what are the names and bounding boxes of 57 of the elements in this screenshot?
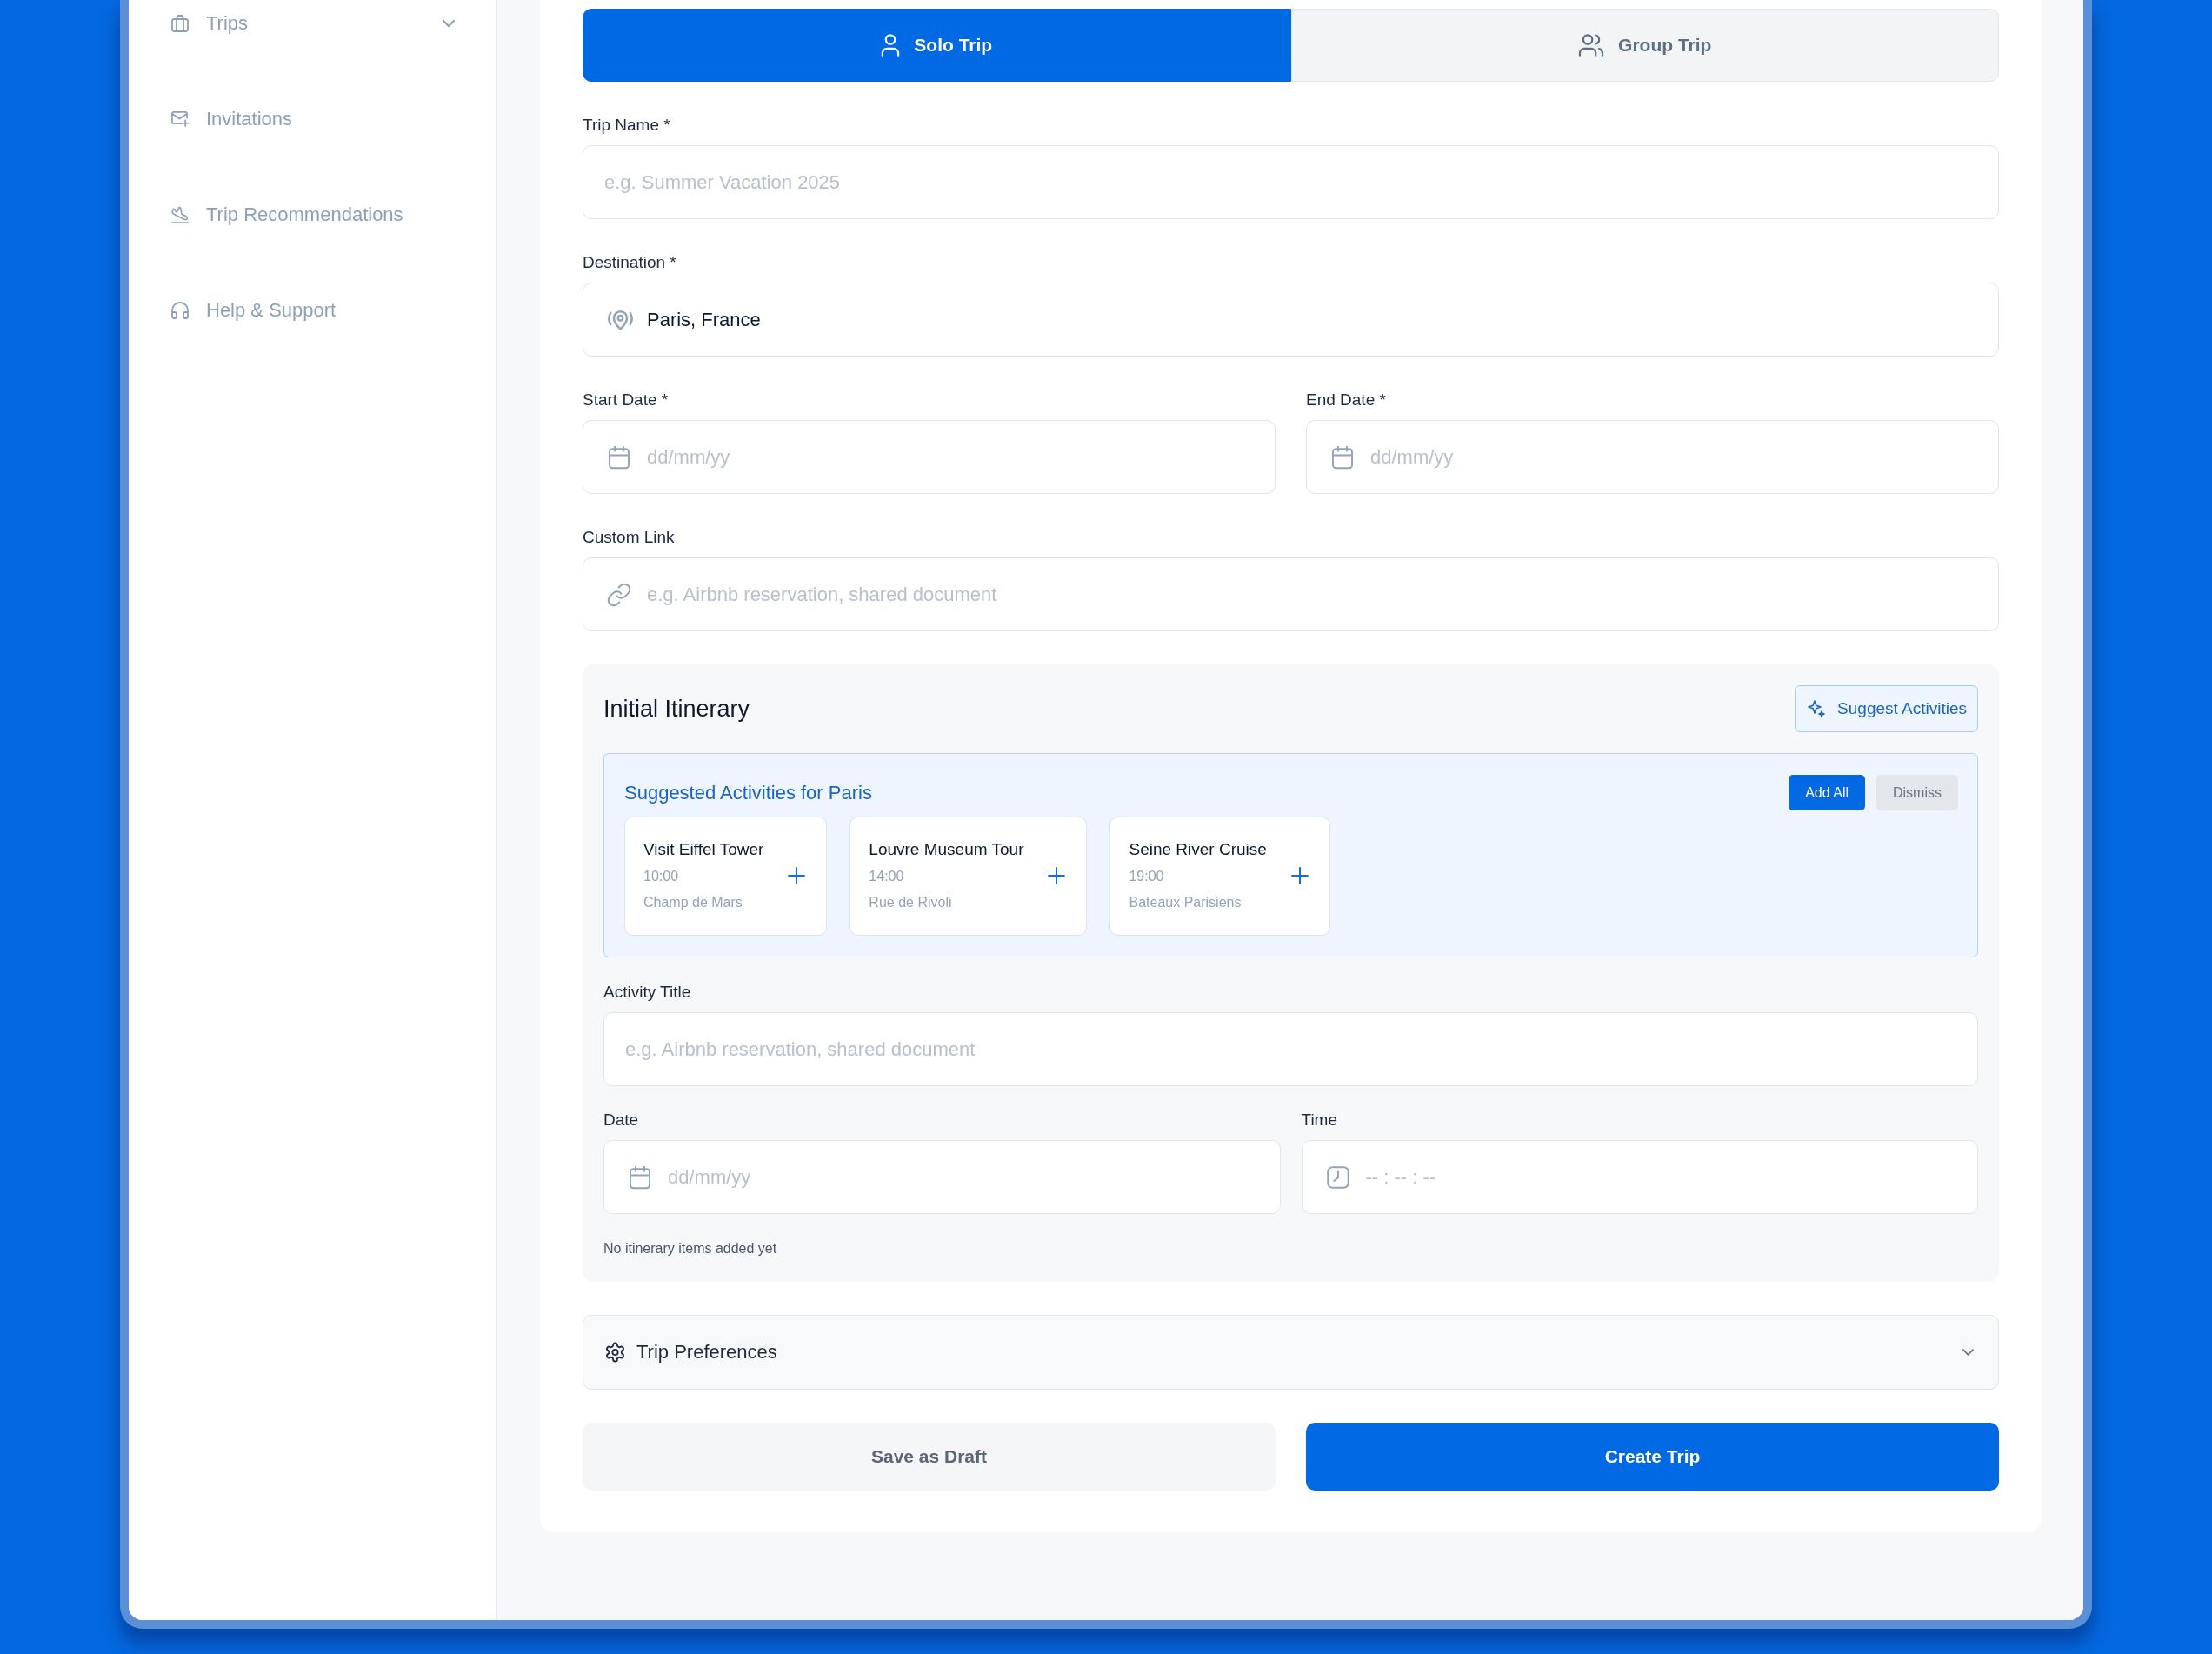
field-label: Custom Link xyxy=(583,527,675,548)
location-field[interactable]: Paris, France xyxy=(583,283,1999,357)
plus-icon[interactable] xyxy=(788,867,806,884)
field-label: End Date * xyxy=(1306,390,1386,410)
secondary-button[interactable]: Dismiss xyxy=(1876,775,1958,810)
primary-button[interactable]: Create Trip xyxy=(1306,1423,1999,1491)
field-label: Date xyxy=(603,1110,639,1130)
activity-time: 19:00 xyxy=(1129,868,1164,885)
link-icon xyxy=(608,583,630,606)
preferences-toggle[interactable]: Trip Preferences xyxy=(583,1315,1999,1390)
plus-icon[interactable] xyxy=(1290,867,1309,884)
activity-title: Louvre Museum Tour xyxy=(869,839,1024,860)
field-label: Start Date * xyxy=(583,390,669,410)
section-title: Initial Itinerary xyxy=(603,695,750,723)
text-field[interactable]: e.g. Summer Vacation 2025 xyxy=(583,145,1999,219)
field-label: Time xyxy=(1301,1110,1338,1130)
clock-icon xyxy=(1326,1165,1349,1189)
activity-place: Rue de Rivoli xyxy=(869,894,952,911)
calendar-icon xyxy=(1331,445,1354,469)
secondary-button[interactable]: Save as Draft xyxy=(583,1423,1276,1491)
briefcase-icon xyxy=(171,15,189,32)
date-field[interactable]: dd/mm/yy xyxy=(583,420,1276,494)
suggest-button[interactable]: Suggest Activities xyxy=(1795,685,1978,732)
activity-time: 10:00 xyxy=(643,868,679,885)
nav-item[interactable]: Help & Support xyxy=(171,298,455,323)
empty-note: No itinerary items added yet xyxy=(603,1240,777,1257)
activity-place: Bateaux Parisiens xyxy=(1129,894,1242,911)
link-field[interactable]: e.g. Airbnb reservation, shared document xyxy=(583,557,1999,631)
user-icon xyxy=(881,34,901,57)
field-label: Destination * xyxy=(583,252,676,273)
activity-title: Seine River Cruise xyxy=(1129,839,1267,860)
nav-item[interactable]: Invitations xyxy=(171,107,455,131)
plus-icon[interactable] xyxy=(1048,867,1066,884)
date-field[interactable]: dd/mm/yy xyxy=(1306,420,1999,494)
headphones-icon xyxy=(171,302,189,319)
calendar-icon xyxy=(629,1165,651,1189)
gear-icon xyxy=(606,1343,624,1362)
sparkle-icon xyxy=(1808,700,1826,717)
text-field[interactable]: e.g. Airbnb reservation, shared document xyxy=(603,1012,1978,1086)
field-label: Trip Name * xyxy=(583,115,670,136)
mail-plus-icon xyxy=(171,110,189,128)
primary-button[interactable]: Add All xyxy=(1789,775,1865,810)
activity-title: Visit Eiffel Tower xyxy=(643,839,764,860)
users-icon xyxy=(1578,34,1605,57)
tab[interactable]: Solo Trip xyxy=(583,9,1291,82)
time-field[interactable]: -- : -- : -- xyxy=(1301,1140,1978,1214)
field-label: Activity Title xyxy=(603,982,691,1003)
calendar-icon xyxy=(608,445,630,469)
nav-item[interactable]: Trips xyxy=(171,11,455,36)
activity-place: Champ de Mars xyxy=(643,894,743,911)
plane-landing-icon xyxy=(171,206,189,223)
suggestions-title: Suggested Activities for Paris xyxy=(624,781,872,804)
tab[interactable]: Group Trip xyxy=(1290,9,1999,82)
activity-time: 14:00 xyxy=(869,868,904,885)
location-pin-icon xyxy=(608,309,633,330)
date-field[interactable]: dd/mm/yy xyxy=(603,1140,1281,1214)
nav-item[interactable]: Trip Recommendations xyxy=(171,203,455,227)
